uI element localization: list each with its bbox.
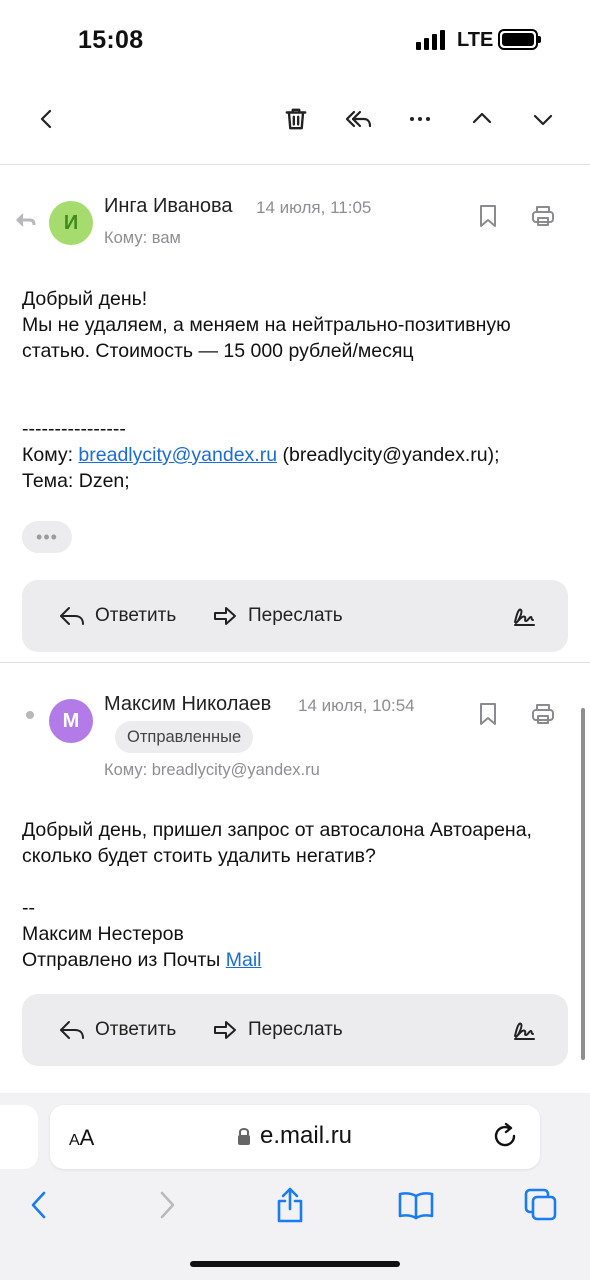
previous-tab-preview[interactable]: [0, 1105, 38, 1169]
reply-icon: [60, 607, 84, 625]
signature-button[interactable]: [512, 580, 546, 652]
forward-button[interactable]: Переслать: [212, 580, 343, 652]
mail-app-link[interactable]: Mail: [226, 949, 262, 971]
folder-badge[interactable]: Отправленные: [115, 721, 254, 753]
signature-separator: --: [22, 897, 35, 919]
message-date: 14 июля, 10:54: [298, 696, 415, 715]
scrollbar[interactable]: [581, 708, 585, 1060]
show-quoted-button[interactable]: •••: [22, 521, 72, 553]
network-type: LTE: [457, 29, 494, 51]
mail-toolbar: [0, 88, 590, 150]
address-bar[interactable]: AA e.mail.ru: [50, 1105, 540, 1169]
battery-icon: [498, 29, 541, 50]
reload-icon: [494, 1122, 516, 1147]
bookmark-button[interactable]: [470, 198, 506, 234]
chevron-down-icon: [533, 114, 553, 126]
bookmarks-button[interactable]: [391, 1183, 441, 1227]
signal-icon: [416, 30, 448, 50]
printer-icon: [532, 704, 554, 724]
bookmark-button[interactable]: [470, 696, 506, 732]
sender-name[interactable]: Максим Николаев: [104, 693, 271, 716]
more-horizontal-icon: [410, 117, 430, 121]
recipient-line[interactable]: Кому: вам: [104, 229, 181, 248]
quote-separator: ----------------: [22, 418, 126, 440]
signature-icon: [514, 1022, 535, 1040]
forward-icon: [214, 1021, 236, 1039]
sent-from-line: Отправлено из Почты Mail: [22, 949, 262, 971]
url-display[interactable]: e.mail.ru: [236, 1122, 352, 1150]
status-time: 15:08: [78, 26, 144, 54]
signature-name: Максим Нестеров: [22, 923, 184, 945]
text-size-button[interactable]: AA: [69, 1125, 94, 1151]
browser-forward-button[interactable]: [142, 1183, 192, 1227]
printer-icon: [532, 206, 554, 226]
quoted-subject: Тема: Dzen;: [22, 470, 130, 492]
lock-icon: [238, 1128, 250, 1145]
share-icon: [277, 1187, 303, 1223]
message-date: 14 июля, 11:05: [256, 198, 372, 217]
browser-back-button[interactable]: [14, 1183, 64, 1227]
signature-icon: [514, 608, 535, 626]
quoted-recipient: Кому: breadlycity@yandex.ru (breadlycity…: [22, 444, 500, 466]
reply-icon: [60, 1021, 84, 1039]
body-line: статью. Стоимость — 15 000 рублей/месяц: [22, 340, 414, 362]
chevron-right-icon: [160, 1191, 175, 1219]
message-actions: Ответить Переслать: [22, 994, 568, 1066]
home-indicator: [190, 1261, 400, 1267]
back-button[interactable]: [22, 88, 72, 150]
message-actions: Ответить Переслать: [22, 580, 568, 652]
print-button[interactable]: [525, 696, 561, 732]
status-bar: 15:08 LTE: [0, 0, 590, 80]
message-body: Добрый день! Мы не удаляем, а меняем на …: [22, 286, 572, 494]
body-line: Добрый день, пришел запрос от автосалона…: [22, 819, 532, 841]
chevron-up-icon: [472, 112, 492, 124]
reply-button[interactable]: Ответить: [59, 994, 176, 1066]
share-button[interactable]: [265, 1183, 315, 1227]
forward-button[interactable]: Переслать: [212, 994, 343, 1066]
avatar[interactable]: И: [49, 201, 93, 245]
chevron-left-icon: [40, 109, 52, 129]
more-button[interactable]: [395, 88, 445, 150]
avatar[interactable]: М: [49, 699, 93, 743]
signature-button[interactable]: [512, 994, 546, 1066]
chevron-left-icon: [31, 1191, 46, 1219]
reply-all-icon: [345, 110, 372, 128]
tabs-icon: [524, 1188, 557, 1221]
recipient-line[interactable]: Кому: breadlycity@yandex.ru: [104, 761, 320, 780]
message-body: Добрый день, пришел запрос от автосалона…: [22, 817, 572, 973]
delete-button[interactable]: [271, 88, 321, 150]
bookmark-icon: [480, 205, 496, 227]
print-button[interactable]: [525, 198, 561, 234]
next-message-button[interactable]: [518, 88, 568, 150]
reply-button[interactable]: Ответить: [59, 580, 176, 652]
replied-icon: [16, 213, 36, 227]
message-card: И Инга Иванова 14 июля, 11:05 Кому: вам …: [0, 165, 590, 662]
read-indicator-dot: [26, 711, 34, 719]
body-line: Добрый день!: [22, 288, 148, 310]
email-link[interactable]: breadlycity@yandex.ru: [78, 444, 277, 466]
previous-message-button[interactable]: [457, 88, 507, 150]
sender-name[interactable]: Инга Иванова: [104, 195, 233, 218]
bookmarks-icon: [398, 1192, 434, 1220]
reload-button[interactable]: [490, 1121, 522, 1153]
reply-all-button[interactable]: [333, 88, 383, 150]
tabs-button[interactable]: [516, 1183, 566, 1227]
forward-icon: [214, 607, 236, 625]
browser-bottom-bar: AA e.mail.ru: [0, 1093, 590, 1280]
message-card: М Максим Николаев 14 июля, 10:54 Отправл…: [0, 663, 590, 1088]
body-line: сколько будет стоить удалить негатив?: [22, 845, 376, 867]
bookmark-icon: [480, 703, 496, 725]
trash-icon: [285, 108, 307, 130]
body-line: Мы не удаляем, а меняем на нейтрально-по…: [22, 314, 511, 336]
